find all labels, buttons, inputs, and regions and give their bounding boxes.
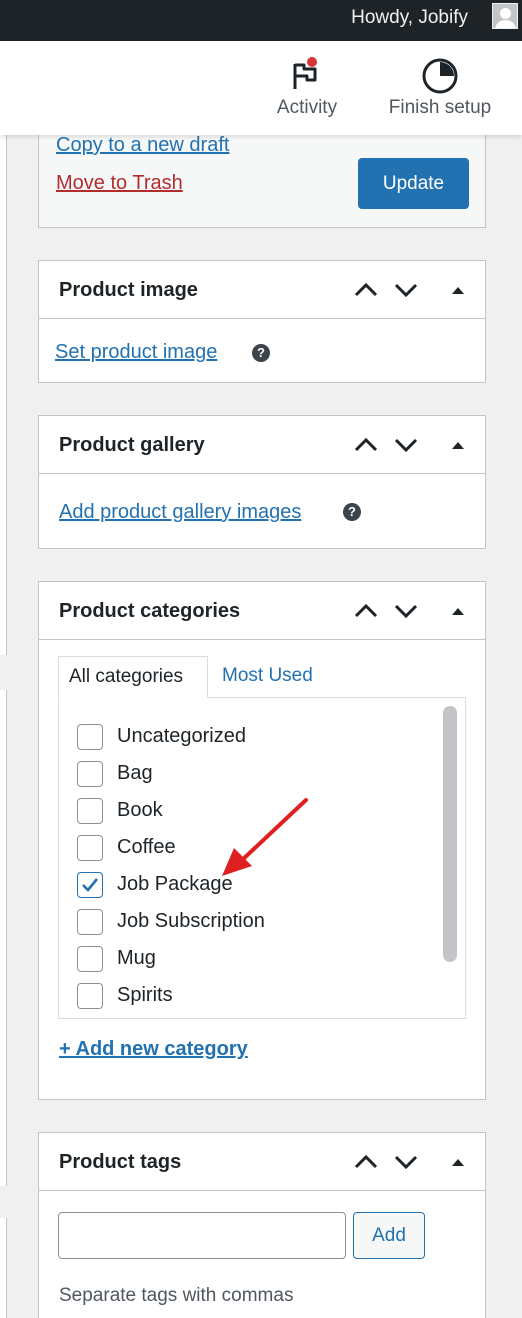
activity-label: Activity (276, 97, 338, 118)
finish-setup-button[interactable]: Finish setup (372, 41, 508, 135)
copy-to-draft-link[interactable]: Copy to a new draft (56, 134, 229, 157)
left-column-edge (0, 1218, 7, 1318)
category-label: Mug (117, 947, 156, 969)
set-product-image-link[interactable]: Set product image (55, 341, 217, 364)
avatar[interactable] (492, 3, 518, 29)
move-up-icon[interactable] (351, 275, 381, 305)
update-button[interactable]: Update (358, 158, 469, 209)
notification-dot (307, 57, 317, 67)
help-icon[interactable]: ? (252, 344, 270, 362)
product-image-header: Product image (39, 261, 485, 319)
avatar-head (500, 8, 511, 19)
category-label: Spirits (117, 984, 173, 1006)
tab-most-used[interactable]: Most Used (212, 656, 323, 698)
category-checkbox[interactable] (77, 724, 103, 750)
product-gallery-header: Product gallery (39, 416, 485, 474)
product-tags-title: Product tags (59, 1151, 182, 1173)
collapse-toggle-icon[interactable] (443, 275, 473, 305)
product-image-panel: Product image Set product image ? (38, 260, 486, 383)
move-down-icon[interactable] (391, 1147, 421, 1177)
move-down-icon[interactable] (391, 596, 421, 626)
scrollbar-thumb[interactable] (443, 706, 457, 962)
move-down-icon[interactable] (391, 430, 421, 460)
left-column-edge (0, 135, 7, 655)
move-to-trash-link[interactable]: Move to Trash (56, 172, 183, 195)
collapse-toggle-icon[interactable] (443, 596, 473, 626)
category-label: Uncategorized (117, 725, 246, 747)
category-checkbox[interactable] (77, 983, 103, 1009)
category-checkbox[interactable] (77, 798, 103, 824)
add-gallery-images-link[interactable]: Add product gallery images (59, 501, 301, 524)
tag-input[interactable] (58, 1212, 346, 1259)
product-image-title: Product image (59, 279, 198, 301)
category-checkbox[interactable] (77, 761, 103, 787)
progress-circle-icon (422, 58, 458, 94)
product-categories-title: Product categories (59, 600, 241, 622)
category-label: Coffee (117, 836, 176, 858)
collapse-toggle-icon[interactable] (443, 1147, 473, 1177)
tags-hint: Separate tags with commas (59, 1285, 294, 1306)
tab-all-categories[interactable]: All categories (58, 656, 208, 698)
left-column-edge (0, 690, 7, 1186)
add-tag-button[interactable]: Add (353, 1212, 425, 1259)
collapse-toggle-icon[interactable] (443, 430, 473, 460)
finish-setup-label: Finish setup (388, 97, 492, 118)
annotation-arrow (222, 798, 308, 876)
activity-header: Activity Finish setup (0, 41, 522, 135)
howdy-greeting[interactable]: Howdy, Jobify (351, 6, 468, 30)
avatar-body (495, 20, 516, 28)
move-up-icon[interactable] (351, 430, 381, 460)
product-categories-header: Product categories (39, 582, 485, 640)
checkmark-icon (82, 878, 99, 892)
move-up-icon[interactable] (351, 596, 381, 626)
move-down-icon[interactable] (391, 275, 421, 305)
activity-button[interactable]: Activity (262, 41, 352, 135)
category-checkbox[interactable] (77, 946, 103, 972)
category-checkbox[interactable] (77, 909, 103, 935)
product-gallery-panel: Product gallery Add product gallery imag… (38, 415, 486, 549)
product-tags-header: Product tags (39, 1133, 485, 1191)
add-new-category-link[interactable]: + Add new category (59, 1038, 248, 1061)
flag-icon (293, 57, 317, 89)
move-up-icon[interactable] (351, 1147, 381, 1177)
category-checkbox-checked[interactable] (77, 872, 103, 898)
admin-bar: Howdy, Jobify (0, 0, 522, 41)
category-label: Job Subscription (117, 910, 265, 932)
category-checkbox[interactable] (77, 835, 103, 861)
category-label: Book (117, 799, 163, 821)
help-icon[interactable]: ? (343, 503, 361, 521)
category-label: Bag (117, 762, 153, 784)
product-gallery-title: Product gallery (59, 434, 205, 456)
